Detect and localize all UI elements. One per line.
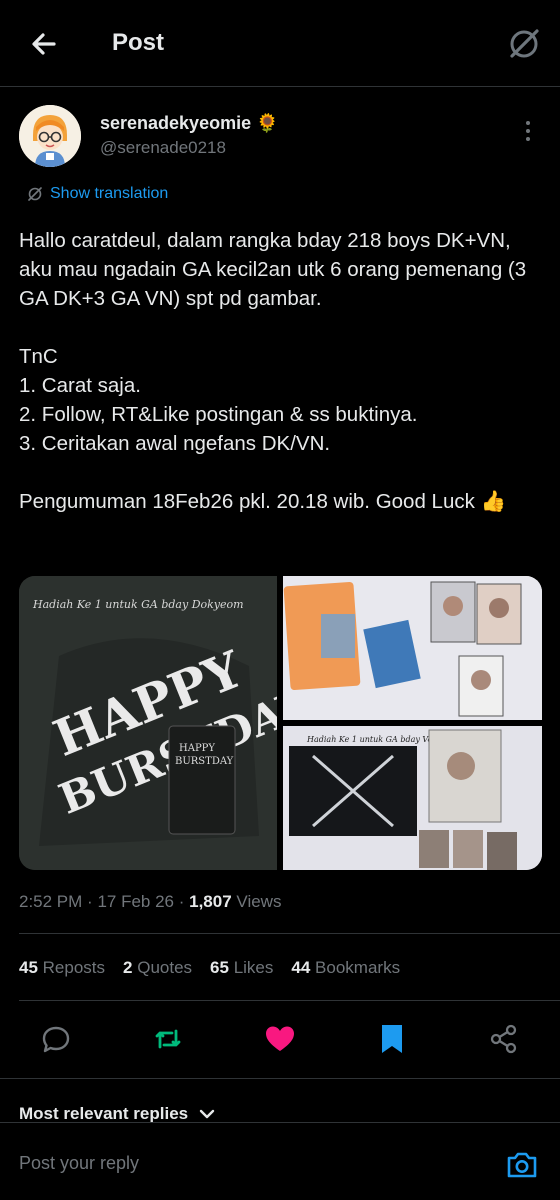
- reposts-count: 45: [19, 958, 38, 977]
- bookmark-button[interactable]: [374, 1021, 410, 1057]
- bookmarks-label: Bookmarks: [315, 958, 401, 977]
- arrow-left-icon: [32, 33, 56, 55]
- post-date: 17 Feb 26: [97, 892, 174, 911]
- bookmarks-count: 44: [291, 958, 311, 977]
- reply-input[interactable]: Post your reply: [19, 1153, 139, 1174]
- author-badge: 🌻: [256, 113, 279, 133]
- avatar[interactable]: [19, 105, 81, 167]
- grok-icon: [510, 29, 539, 58]
- chevron-down-icon: [199, 1109, 215, 1119]
- post-paragraph: 1. Carat saja.: [19, 374, 141, 397]
- engagement-stats: 45 Reposts 2 Quotes 65 Likes 44 Bookmark…: [19, 958, 418, 978]
- media-image-1[interactable]: Hadiah Ke 1 untuk GA bday Dokyeom HAPPY …: [19, 576, 277, 870]
- reply-composer: Post your reply: [0, 1122, 560, 1200]
- author-name[interactable]: serenadekyeomie 🌻: [100, 113, 279, 134]
- divider: [19, 1000, 560, 1001]
- post-paragraph: TnC: [19, 345, 58, 368]
- divider: [0, 1078, 560, 1079]
- post-paragraph: Hallo caratdeul, dalam rangka bday 218 b…: [19, 229, 527, 310]
- grok-icon: [28, 187, 42, 201]
- repost-button[interactable]: [150, 1021, 186, 1057]
- quotes-label: Quotes: [137, 958, 193, 977]
- reposts-stat[interactable]: 45 Reposts: [19, 958, 105, 978]
- quotes-count: 2: [123, 958, 133, 977]
- avatar-cartoon-icon: [19, 105, 81, 167]
- reply-button[interactable]: [38, 1021, 74, 1057]
- like-button[interactable]: [262, 1021, 298, 1057]
- divider: [0, 86, 560, 87]
- image1-caption: Hadiah Ke 1 untuk GA bday Dokyeom: [32, 598, 244, 611]
- album-photo: Hadiah Ke 1 untuk GA bday Dokyeom HAPPY …: [19, 576, 277, 870]
- post-meta: 2:52 PM · 17 Feb 26 · 1,807 Views: [19, 892, 282, 911]
- back-button[interactable]: [26, 26, 62, 62]
- replies-sort-dropdown[interactable]: Most relevant replies: [19, 1104, 216, 1124]
- views-label[interactable]: Views: [236, 892, 281, 911]
- bookmarks-stat[interactable]: 44 Bookmarks: [291, 958, 400, 978]
- more-vertical-icon: [526, 121, 530, 141]
- media-image-3[interactable]: Hadiah Ke 1 untuk GA bday Vernon: [283, 726, 542, 870]
- share-button[interactable]: [486, 1021, 522, 1057]
- likes-count: 65: [210, 958, 229, 977]
- top-bar: Post: [0, 0, 560, 86]
- post-paragraph: 2. Follow, RT&Like postingan & ss buktin…: [19, 403, 418, 426]
- quotes-stat[interactable]: 2 Quotes: [123, 958, 192, 978]
- post-time: 2:52 PM: [19, 892, 83, 911]
- media-image-2[interactable]: [283, 576, 542, 720]
- replies-sort-label: Most relevant replies: [19, 1104, 189, 1123]
- page-title: Post: [112, 29, 165, 56]
- post-text: Hallo caratdeul, dalam rangka bday 218 b…: [19, 226, 549, 516]
- image1-card-text: BURSTDAY: [175, 756, 234, 767]
- likes-stat[interactable]: 65 Likes: [210, 958, 273, 978]
- photocards-photo: [283, 576, 542, 720]
- media-grid: Hadiah Ke 1 untuk GA bday Dokyeom HAPPY …: [19, 576, 542, 870]
- grok-button[interactable]: [504, 24, 544, 64]
- camera-button[interactable]: [504, 1147, 540, 1183]
- camera-icon: [507, 1152, 537, 1178]
- album-photo: Hadiah Ke 1 untuk GA bday Vernon: [283, 726, 542, 870]
- image1-card-text: HAPPY: [179, 743, 215, 754]
- divider: [19, 933, 560, 934]
- action-bar: [0, 1021, 560, 1061]
- post-paragraph: 3. Ceritakan awal ngefans DK/VN.: [19, 432, 331, 455]
- reposts-label: Reposts: [42, 958, 106, 977]
- reply-icon: [42, 1026, 70, 1053]
- share-icon: [490, 1024, 517, 1054]
- more-options-button[interactable]: [516, 118, 540, 146]
- likes-label: Likes: [233, 958, 274, 977]
- author-display-name: serenadekyeomie: [100, 113, 252, 133]
- author-handle[interactable]: @serenade0218: [100, 138, 226, 158]
- bookmark-icon: [382, 1025, 402, 1053]
- post-paragraph: Pengumuman 18Feb26 pkl. 20.18 wib. Good …: [19, 490, 507, 513]
- views-count: 1,807: [189, 892, 232, 911]
- repost-icon: [155, 1029, 181, 1049]
- heart-icon: [266, 1026, 294, 1051]
- show-translation-label: Show translation: [50, 185, 169, 202]
- show-translation-link[interactable]: Show translation: [26, 184, 168, 204]
